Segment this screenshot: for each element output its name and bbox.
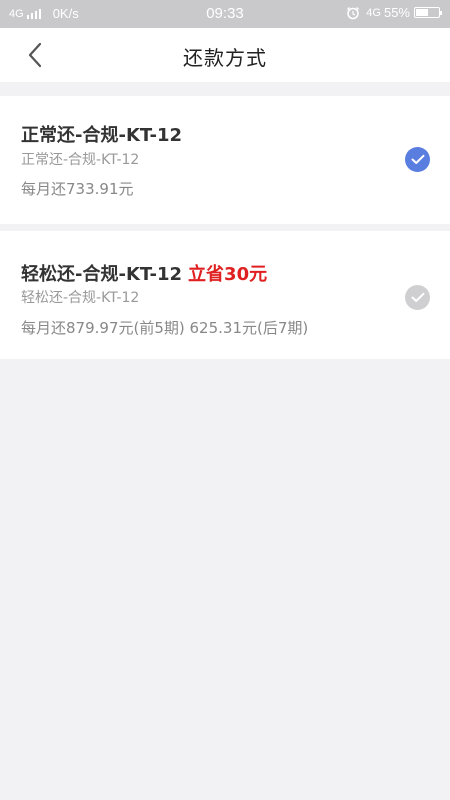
plan-name: 正常还-合规-KT-12 bbox=[21, 121, 182, 147]
battery-icon bbox=[414, 7, 442, 18]
network-type-label-2: 4G bbox=[366, 6, 381, 19]
repayment-option-easy[interactable]: 轻松还-合规-KT-12 立省30元 轻松还-合规-KT-12 每月还879.97… bbox=[0, 231, 450, 359]
check-circle-icon[interactable] bbox=[405, 285, 430, 310]
plan-name-text: 轻松还-合规-KT-12 bbox=[21, 264, 183, 285]
repayment-option-normal[interactable]: 正常还-合规-KT-12 正常还-合规-KT-12 每月还733.91元 bbox=[0, 96, 450, 224]
page-title: 还款方式 bbox=[183, 46, 267, 70]
battery-percent: 55% bbox=[383, 5, 410, 20]
plan-name: 轻松还-合规-KT-12 立省30元 bbox=[21, 260, 267, 286]
plan-subtitle: 轻松还-合规-KT-12 bbox=[21, 290, 140, 306]
plan-monthly-payment: 每月还879.97元(前5期) 625.31元(后7期) bbox=[21, 319, 309, 337]
plan-subtitle: 正常还-合规-KT-12 bbox=[21, 152, 140, 168]
check-circle-icon[interactable] bbox=[405, 147, 430, 172]
savings-badge: 立省30元 bbox=[188, 264, 268, 285]
plan-name-text: 正常还-合规-KT-12 bbox=[21, 125, 183, 146]
nav-header: 还款方式 bbox=[0, 28, 450, 82]
status-bar: 4G 0K/s 09:33 4G 55% bbox=[0, 0, 450, 28]
alarm-icon bbox=[347, 6, 360, 19]
status-right: 4G 55% bbox=[346, 5, 442, 20]
plan-monthly-payment: 每月还733.91元 bbox=[21, 180, 134, 198]
